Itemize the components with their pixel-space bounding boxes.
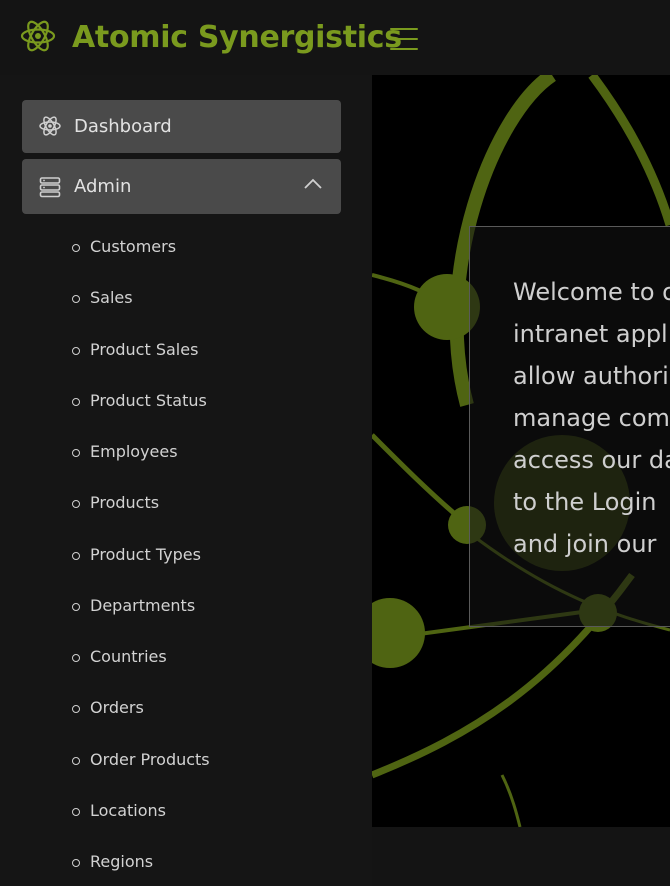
welcome-line: access our da [513, 446, 670, 474]
bullet-icon [72, 705, 80, 713]
sidebar-subitem-label: Order Products [90, 750, 210, 769]
sidebar-subitem-label: Products [90, 493, 160, 512]
bullet-icon [72, 398, 80, 406]
bullet-icon [72, 244, 80, 252]
top-bar: Atomic Synergistics [0, 0, 670, 75]
sidebar-subitem-label: Customers [90, 237, 177, 256]
sidebar-subitem-label: Product Sales [90, 340, 199, 359]
bullet-icon [72, 295, 80, 303]
welcome-line: manage com [513, 404, 670, 432]
sidebar-subitem-label: Product Status [90, 391, 207, 410]
welcome-line: intranet appl [513, 320, 668, 348]
bullet-icon [72, 654, 80, 662]
bullet-icon [72, 757, 80, 765]
sidebar-subitem-label: Countries [90, 647, 167, 666]
sidebar-subitem-label: Regions [90, 852, 154, 871]
bullet-icon [72, 808, 80, 816]
chevron-up-icon[interactable] [303, 177, 323, 191]
bullet-icon [72, 552, 80, 560]
bullet-icon [72, 500, 80, 508]
hero-panel: Welcome to o intranet appl allow authori… [372, 75, 670, 827]
sidebar-subitem-label: Departments [90, 596, 196, 615]
atom-icon [39, 116, 61, 136]
atom-icon [20, 20, 56, 52]
welcome-card: Welcome to o intranet appl allow authori… [469, 226, 670, 627]
sidebar-subitem-label: Orders [90, 698, 144, 717]
welcome-line: Welcome to o [513, 278, 670, 306]
sidebar-item-admin[interactable]: Admin [22, 159, 341, 214]
sidebar-subitem-label: Product Types [90, 545, 201, 564]
hamburger-icon[interactable] [390, 26, 418, 52]
app-title: Atomic Synergistics [72, 20, 402, 55]
welcome-line: and join our [513, 530, 657, 558]
bullet-icon [72, 347, 80, 355]
sidebar-item-label: Dashboard [74, 116, 172, 137]
bullet-icon [72, 603, 80, 611]
sidebar-subitem-label: Locations [90, 801, 167, 820]
sidebar-item-label: Admin [74, 176, 132, 197]
sidebar: Dashboard Admin Customers Sales Product … [0, 75, 372, 886]
welcome-line: to the Login [513, 488, 657, 516]
sidebar-subitem-label: Employees [90, 442, 178, 461]
sidebar-subitem-label: Sales [90, 288, 133, 307]
server-icon [39, 177, 61, 198]
welcome-text: Welcome to o intranet appl allow authori… [513, 271, 670, 565]
bullet-icon [72, 449, 80, 457]
welcome-line: allow authori [513, 362, 669, 390]
sidebar-item-dashboard[interactable]: Dashboard [22, 100, 341, 153]
footer [372, 827, 670, 886]
bullet-icon [72, 859, 80, 867]
